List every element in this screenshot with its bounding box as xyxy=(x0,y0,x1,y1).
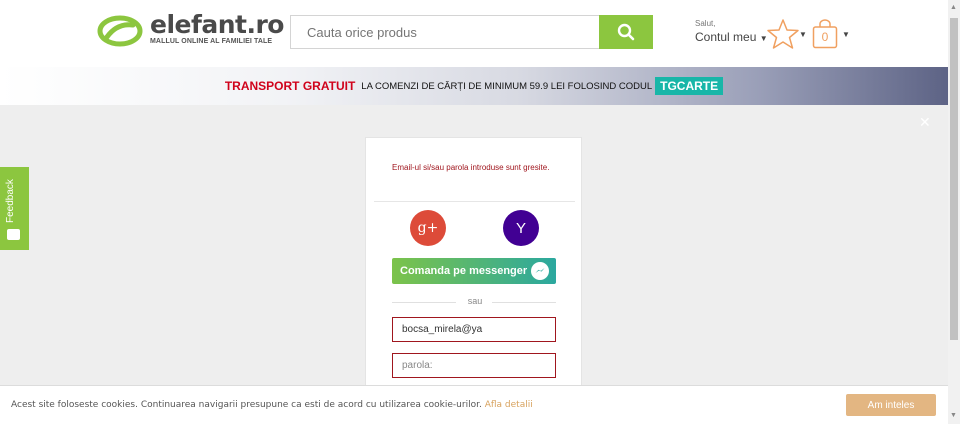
chat-icon xyxy=(7,229,20,240)
divider xyxy=(392,302,456,303)
email-field[interactable] xyxy=(392,317,556,342)
star-icon[interactable] xyxy=(766,18,800,50)
password-field[interactable] xyxy=(392,353,556,378)
scroll-down-icon[interactable]: ▼ xyxy=(950,412,957,419)
messenger-order-button[interactable]: Comanda pe messenger xyxy=(392,258,556,284)
logo-mark-icon xyxy=(97,15,143,47)
yahoo-icon: Y xyxy=(515,219,526,237)
messenger-button-label: Comanda pe messenger xyxy=(400,265,528,277)
feedback-label: Feedback xyxy=(5,179,16,223)
account-label[interactable]: Contul meu ▼ xyxy=(695,30,768,44)
logo[interactable]: elefant.ro MALLUL ONLINE AL FAMILIEI TAL… xyxy=(97,10,284,48)
promo-code: TGCARTE xyxy=(655,77,724,95)
logo-name: elefant.ro xyxy=(150,10,284,39)
login-error-message: Email-ul si/sau parola introduse sunt gr… xyxy=(392,163,550,172)
promo-banner[interactable]: TRANSPORT GRATUIT LA COMENZI DE CĂRȚI DE… xyxy=(0,67,948,105)
yahoo-login-button[interactable]: Y xyxy=(503,210,539,246)
search-button[interactable] xyxy=(599,15,653,49)
chevron-down-icon[interactable]: ▼ xyxy=(799,30,807,39)
cookie-message: Acest site foloseste cookies. Continuare… xyxy=(11,400,533,410)
google-login-button[interactable]: g+ xyxy=(410,210,446,246)
google-plus-icon: g+ xyxy=(417,220,439,236)
close-icon[interactable]: ✕ xyxy=(919,114,931,131)
promo-text: LA COMENZI DE CĂRȚI DE MINIMUM 59.9 LEI … xyxy=(361,80,653,92)
promo-highlight: TRANSPORT GRATUIT xyxy=(224,79,356,93)
cart-count: 0 xyxy=(821,30,829,44)
greeting: Salut, xyxy=(695,19,716,28)
messenger-icon xyxy=(531,262,549,280)
divider xyxy=(374,201,575,202)
scroll-up-icon[interactable]: ▲ xyxy=(950,4,957,11)
chevron-down-icon[interactable]: ▼ xyxy=(842,30,850,39)
feedback-tab[interactable]: Feedback xyxy=(0,167,29,250)
account-menu[interactable]: Salut, Contul meu ▼ xyxy=(695,19,768,44)
logo-tagline: MALLUL ONLINE AL FAMILIEI TALE xyxy=(150,38,273,45)
search-icon xyxy=(617,23,635,41)
login-panel: Email-ul si/sau parola introduse sunt gr… xyxy=(365,137,582,397)
cookie-text: Acest site foloseste cookies. Continuare… xyxy=(11,400,482,410)
divider xyxy=(492,302,556,303)
cookie-bar: Acest site foloseste cookies. Continuare… xyxy=(0,385,948,424)
account-label-text: Contul meu xyxy=(695,30,757,44)
scrollbar-thumb[interactable] xyxy=(950,18,958,340)
search-input[interactable] xyxy=(290,15,600,49)
separator-label: sau xyxy=(467,296,483,306)
site-header: elefant.ro MALLUL ONLINE AL FAMILIEI TAL… xyxy=(0,0,948,67)
accept-cookies-button[interactable]: Am inteles xyxy=(846,394,936,416)
cookie-details-link[interactable]: Afla detalii xyxy=(485,400,533,410)
